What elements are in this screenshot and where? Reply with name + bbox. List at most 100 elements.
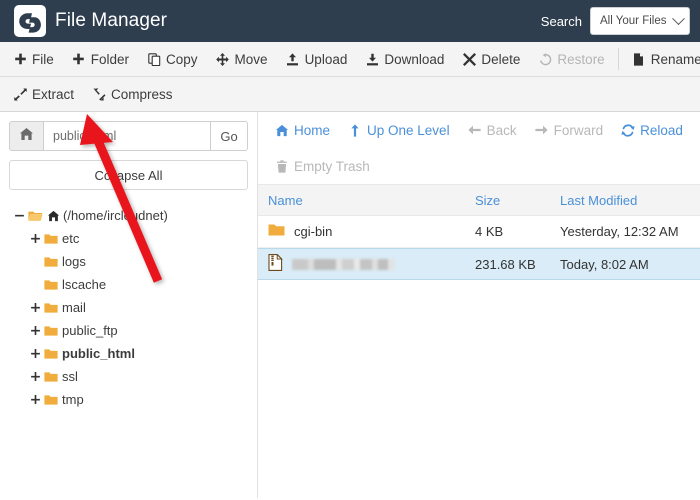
delete-button[interactable]: Delete xyxy=(453,42,529,76)
column-header-last-modified[interactable]: Last Modified xyxy=(560,193,700,208)
folder-icon xyxy=(268,223,285,240)
nav-forward-button: Forward xyxy=(526,123,613,138)
new-folder-button[interactable]: Folder xyxy=(63,42,138,76)
nav-back-label: Back xyxy=(486,122,517,138)
nav-back-button: Back xyxy=(459,123,526,138)
nav-up-label: Up One Level xyxy=(367,122,450,138)
folder-open-icon xyxy=(28,210,43,222)
directory-tree: − (/home/ircloudnet) + etc logs lscache … xyxy=(9,204,248,411)
compress-label: Compress xyxy=(111,86,173,102)
header-search-area: Search All Your Files xyxy=(541,7,690,35)
file-list-pane: Home Up One Level Back Forward Reload Em… xyxy=(258,112,700,498)
nav-up-one-level-button[interactable]: Up One Level xyxy=(339,123,459,138)
toolbar-divider xyxy=(617,48,619,70)
folder-icon xyxy=(44,256,58,268)
tree-node-label: logs xyxy=(62,254,86,269)
copy-icon xyxy=(147,52,161,66)
column-header-size[interactable]: Size xyxy=(475,193,560,208)
tree-node-public-ftp[interactable]: + public_ftp xyxy=(9,319,248,342)
tree-expander-expand[interactable]: + xyxy=(29,347,42,361)
new-file-button[interactable]: File xyxy=(4,42,63,76)
nav-reload-button[interactable]: Reload xyxy=(612,123,692,138)
file-name-text-redacted xyxy=(292,258,394,270)
tree-expander-expand[interactable]: + xyxy=(29,324,42,338)
nav-home-button[interactable]: Home xyxy=(266,123,339,138)
download-label: Download xyxy=(384,51,445,67)
arrow-up-icon xyxy=(348,123,362,137)
home-icon xyxy=(47,210,60,222)
tree-node-ssl[interactable]: + ssl xyxy=(9,365,248,388)
app-header: File Manager Search All Your Files xyxy=(0,0,700,42)
arrow-right-icon xyxy=(535,123,549,137)
move-label: Move xyxy=(234,51,268,67)
extract-label: Extract xyxy=(32,86,75,102)
tree-node-lscache[interactable]: lscache xyxy=(9,273,248,296)
home-icon xyxy=(19,127,34,146)
empty-trash-label: Empty Trash xyxy=(294,158,370,174)
tree-expander-expand[interactable]: + xyxy=(29,370,42,384)
file-manager-page: File Manager Search All Your Files File … xyxy=(0,0,700,500)
empty-trash-button: Empty Trash xyxy=(266,159,379,174)
tree-node-home-root[interactable]: − (/home/ircloudnet) xyxy=(9,204,248,227)
file-name-cell: cgi-bin xyxy=(258,223,475,240)
tree-node-label: public_html xyxy=(62,346,135,361)
path-input[interactable]: public_html xyxy=(43,121,210,151)
tree-expander-expand[interactable]: + xyxy=(29,232,42,246)
tree-node-etc[interactable]: + etc xyxy=(9,227,248,250)
cpanel-logo-icon xyxy=(14,5,46,37)
upload-button[interactable]: Upload xyxy=(277,42,357,76)
tree-expander-expand[interactable]: + xyxy=(29,301,42,315)
download-button[interactable]: Download xyxy=(356,42,453,76)
restore-icon xyxy=(538,52,552,66)
plus-icon xyxy=(72,52,86,66)
sidebar: public_html Go Collapse All − (/home/irc… xyxy=(0,112,258,498)
main-body: public_html Go Collapse All − (/home/irc… xyxy=(0,112,700,498)
tree-expander-expand[interactable]: + xyxy=(29,393,42,407)
archive-file-icon xyxy=(268,253,283,274)
column-header-name[interactable]: Name xyxy=(258,193,475,208)
move-icon xyxy=(216,52,230,66)
table-row[interactable]: 231.68 KB Today, 8:02 AM xyxy=(258,248,700,280)
new-folder-label: Folder xyxy=(90,51,130,67)
rename-icon xyxy=(632,52,646,66)
nav-reload-label: Reload xyxy=(640,122,683,138)
file-name-cell xyxy=(258,253,475,274)
secondary-toolbar: Extract Compress xyxy=(0,77,700,112)
restore-button: Restore xyxy=(529,42,613,76)
home-path-button[interactable] xyxy=(9,121,43,151)
tree-node-label: lscache xyxy=(62,277,107,292)
compress-button[interactable]: Compress xyxy=(83,77,182,111)
app-title: File Manager xyxy=(55,10,168,31)
tree-node-public-html[interactable]: + public_html xyxy=(9,342,248,365)
reload-icon xyxy=(621,123,635,137)
delete-label: Delete xyxy=(481,51,521,67)
extract-icon xyxy=(13,87,27,101)
nav-select-all-button[interactable]: Select All xyxy=(692,123,700,138)
move-button[interactable]: Move xyxy=(207,42,277,76)
search-label: Search xyxy=(540,13,582,29)
tree-node-label: ssl xyxy=(62,369,78,384)
upload-label: Upload xyxy=(304,51,348,67)
folder-icon xyxy=(44,279,58,291)
extract-button[interactable]: Extract xyxy=(4,77,83,111)
delete-x-icon xyxy=(462,52,476,66)
table-row[interactable]: cgi-bin 4 KB Yesterday, 12:32 AM xyxy=(258,216,700,248)
copy-button[interactable]: Copy xyxy=(138,42,207,76)
download-icon xyxy=(365,52,379,66)
rename-button[interactable]: Rename xyxy=(623,42,700,76)
collapse-all-button[interactable]: Collapse All xyxy=(9,160,248,190)
plus-icon xyxy=(13,52,27,66)
rename-label: Rename xyxy=(650,51,700,67)
home-icon xyxy=(275,123,289,137)
search-scope-select[interactable]: All Your Files xyxy=(590,7,690,35)
go-button[interactable]: Go xyxy=(210,121,248,151)
file-modified-cell: Today, 8:02 AM xyxy=(560,256,649,272)
tree-expander-collapse[interactable]: − xyxy=(13,209,26,223)
tree-node-mail[interactable]: + mail xyxy=(9,296,248,319)
chevron-down-icon xyxy=(672,11,685,25)
tree-node-label: etc xyxy=(62,231,80,246)
file-table: Name Size Last Modified cgi-bin 4 KB Yes… xyxy=(258,184,700,280)
tree-node-tmp[interactable]: + tmp xyxy=(9,388,248,411)
tree-node-logs[interactable]: logs xyxy=(9,250,248,273)
new-file-label: File xyxy=(32,51,54,67)
